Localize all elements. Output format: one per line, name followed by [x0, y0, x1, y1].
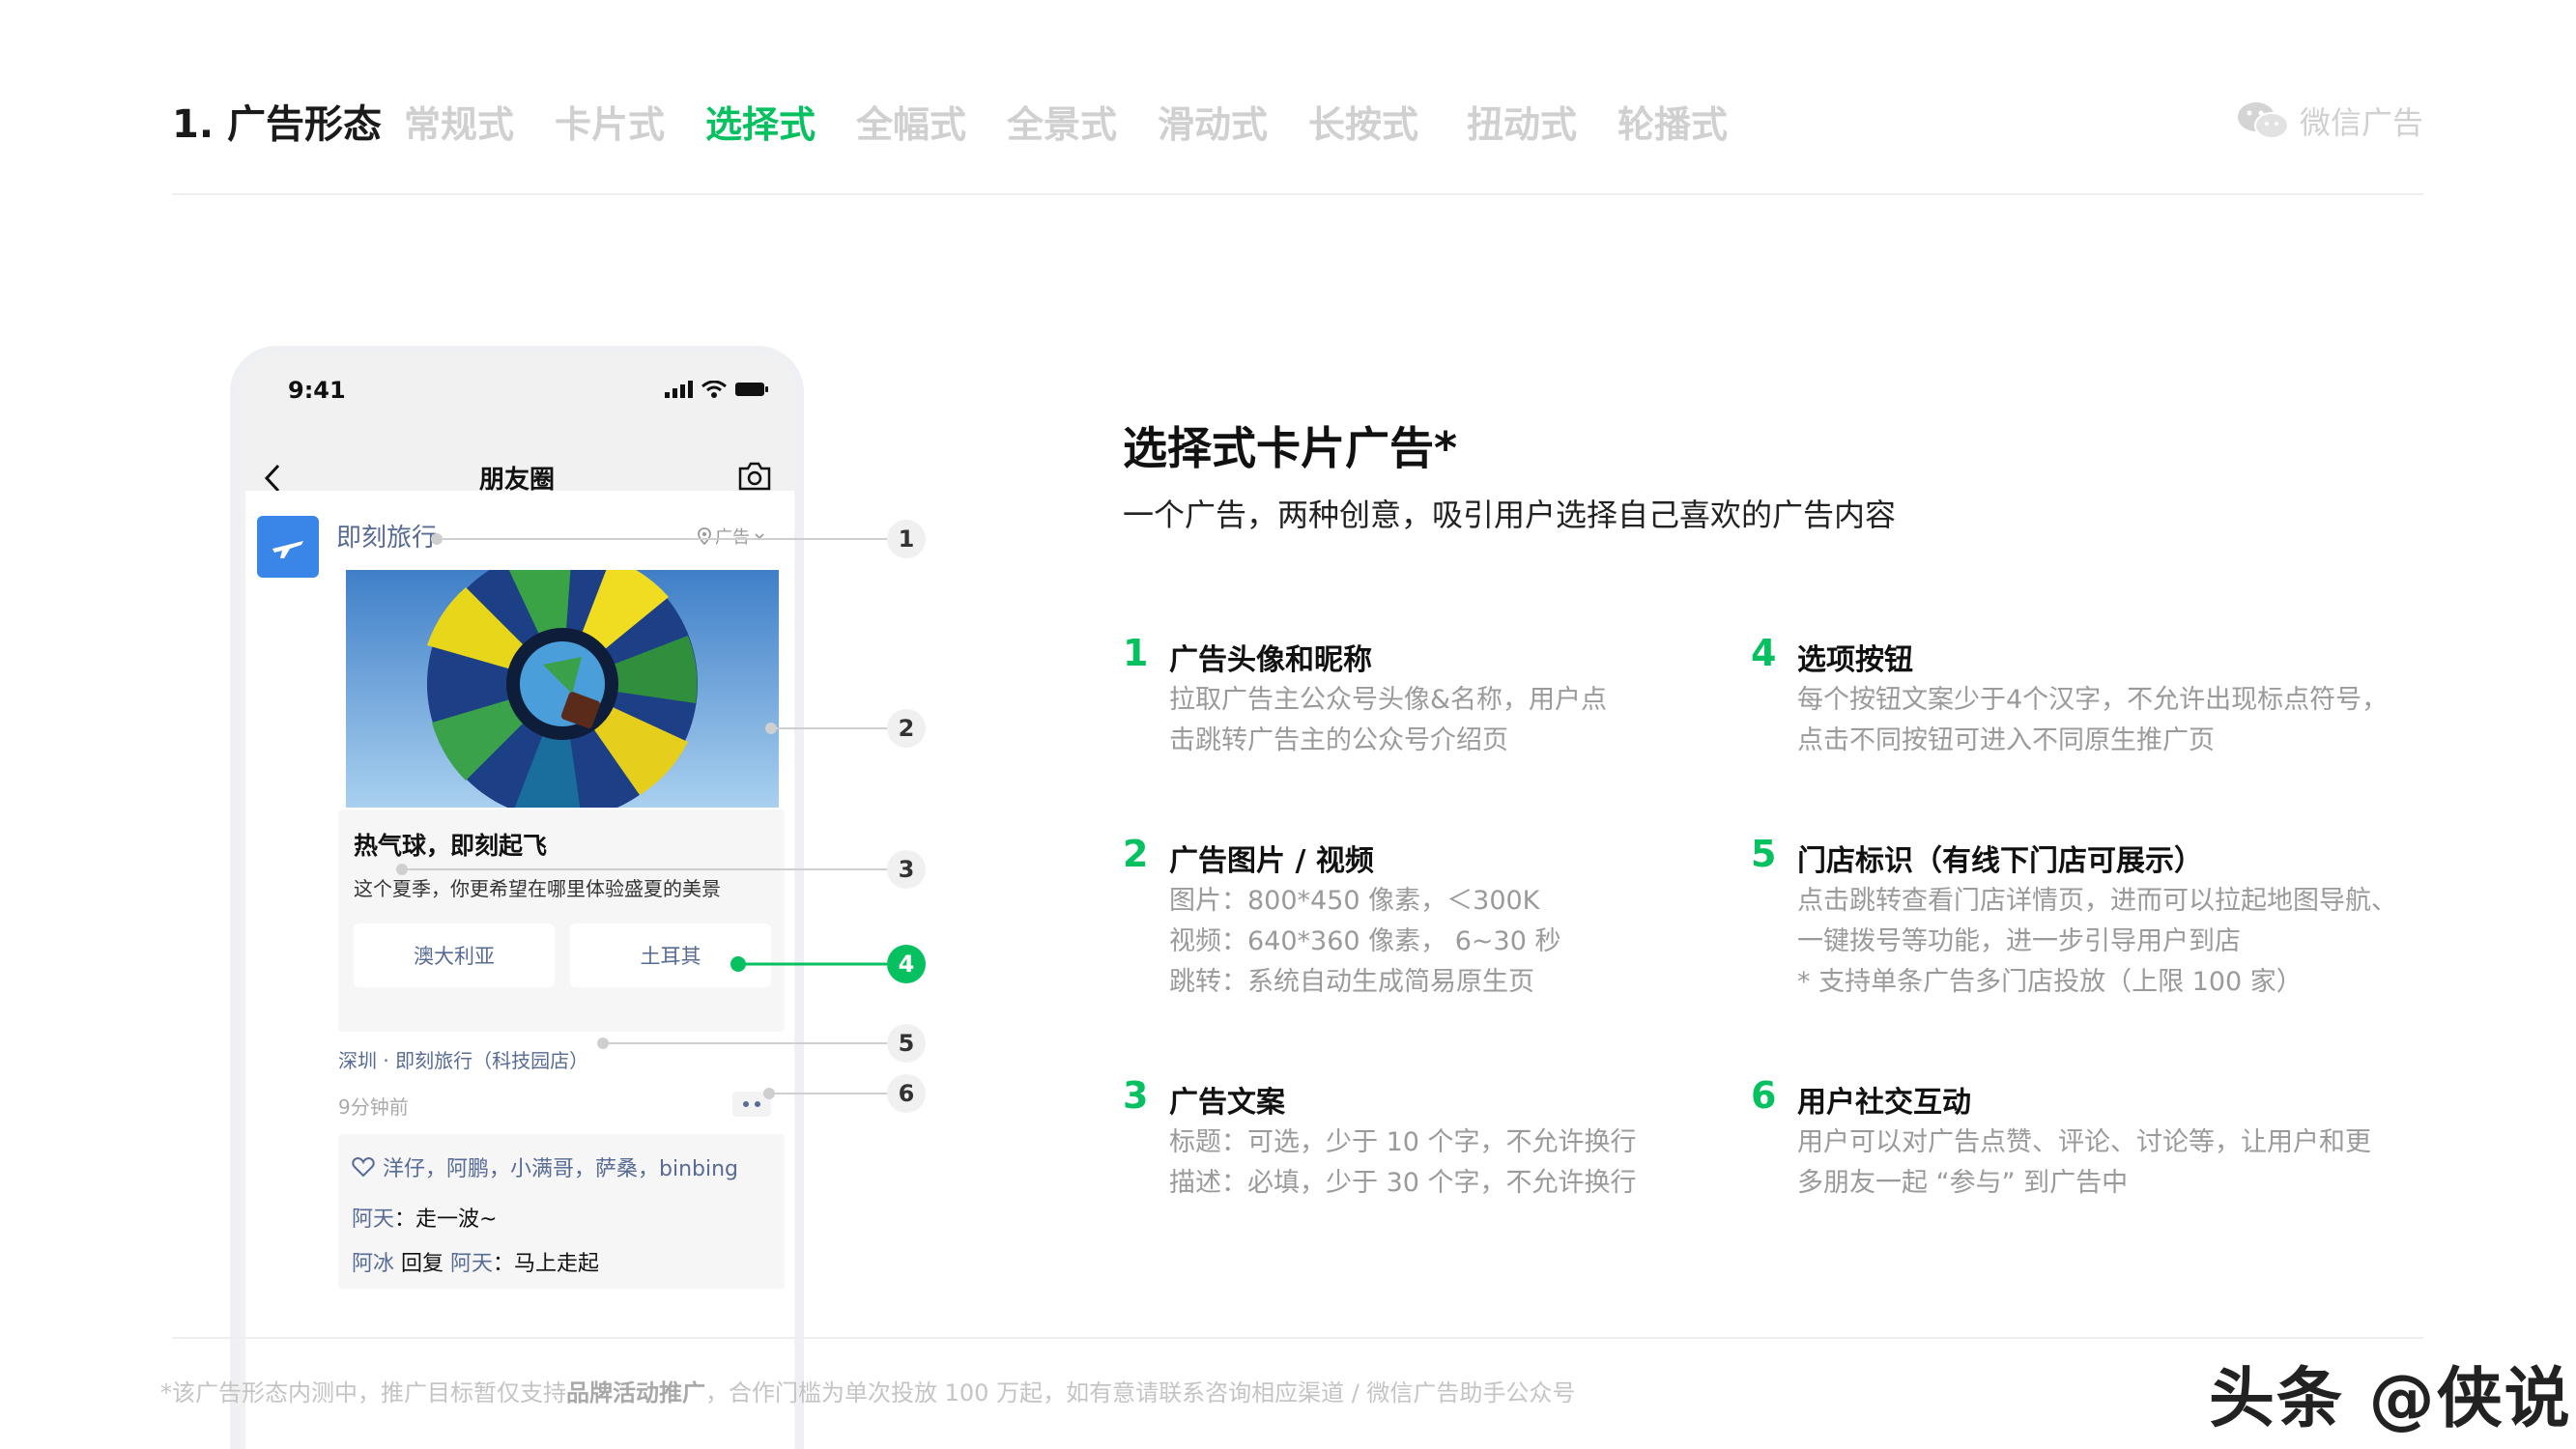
callout-5: 5 [887, 1024, 926, 1063]
ad-description: 这个夏季，你更希望在哪里体验盛夏的美景 [354, 877, 721, 900]
likes-names: 洋仔，阿鹏，小满哥，萨桑，binbing [383, 1157, 739, 1181]
battery-icon [735, 383, 768, 396]
airplane-icon [272, 541, 303, 558]
ad-tag[interactable]: 广告 [698, 524, 765, 549]
feature-title: 广告文案 [1169, 1086, 1285, 1120]
feature-description: 点击跳转查看门店详情页，进而可以拉起地图导航、 一键拨号等功能，进一步引导用户到店… [1797, 886, 2397, 997]
social-interaction-box: 洋仔，阿鹏，小满哥，萨桑，binbing 阿天：走一波~ 阿冰 回复 阿天：马上… [338, 1134, 785, 1289]
feature-number: 2 [1123, 833, 1149, 875]
phone-screen: 9:41 朋友圈 即刻旅行 广告 热气球，即刻起飞 这个夏季，你更希望在哪里体验… [238, 354, 796, 1449]
feature-number: 6 [1751, 1074, 1777, 1117]
tab-slide[interactable]: 滑动式 [1158, 95, 1268, 148]
feature-number: 4 [1751, 632, 1777, 674]
callout-2: 2 [887, 709, 926, 748]
main-subtitle: 一个广告，两种创意，吸引用户选择自己喜欢的广告内容 [1123, 497, 1897, 533]
callout-3: 3 [887, 850, 926, 889]
tab-carousel[interactable]: 轮播式 [1617, 95, 1728, 148]
tab-fullscreen[interactable]: 全幅式 [856, 95, 966, 148]
store-location[interactable]: 深圳 · 即刻旅行（科技园店） [338, 1045, 588, 1073]
feature-description: 拉取广告主公众号头像&名称，用户点 击跳转广告主的公众号介绍页 [1169, 685, 1608, 755]
feature-number: 5 [1751, 833, 1777, 875]
advertiser-nickname[interactable]: 即刻旅行 [336, 518, 437, 554]
tab-long-press[interactable]: 长按式 [1308, 95, 1418, 148]
feature-number: 3 [1123, 1074, 1149, 1117]
feature-description: 标题：可选，少于 10 个字，不允许换行 描述：必填，少于 30 个字，不允许换行 [1169, 1127, 1637, 1198]
feature-description: 图片：800*450 像素，＜300K 视频：640*360 像素， 6~30 秒… [1169, 886, 1561, 997]
wechat-icon [2237, 102, 2289, 139]
main-title: 选择式卡片广告* [1123, 422, 1458, 474]
heart-icon [352, 1156, 375, 1178]
camera-icon[interactable] [736, 460, 773, 493]
callout-6: 6 [887, 1074, 926, 1113]
hot-air-balloon-image [346, 570, 779, 808]
post-time: 9分钟前 [338, 1095, 409, 1119]
option-button-2[interactable]: 土耳其 [570, 923, 771, 987]
feature-title: 选项按钮 [1797, 643, 1913, 677]
tab-regular[interactable]: 常规式 [404, 95, 514, 148]
tab-card[interactable]: 卡片式 [555, 95, 665, 148]
comment-2[interactable]: 阿冰 回复 阿天：马上走起 [352, 1246, 599, 1277]
brand-label: 微信广告 [2299, 104, 2423, 141]
ad-tag-label: 广告 [715, 527, 750, 548]
advertiser-avatar[interactable] [257, 516, 319, 578]
page-header: 1. 广告形态 常规式 卡片式 选择式 全幅式 全景式 滑动式 长按式 扭动式 … [172, 93, 2423, 151]
signal-icon [665, 381, 693, 398]
status-time: 9:41 [288, 377, 346, 404]
status-icons [665, 381, 769, 398]
likes-row: 洋仔，阿鹏，小满哥，萨桑，binbing [352, 1151, 738, 1182]
comment-1[interactable]: 阿天：走一波~ [352, 1202, 497, 1233]
option-button-1[interactable]: 澳大利亚 [354, 923, 555, 987]
ad-image[interactable] [346, 570, 779, 808]
tab-twist[interactable]: 扭动式 [1467, 95, 1577, 148]
feature-number: 1 [1123, 632, 1149, 674]
feature-title: 广告图片 / 视频 [1169, 844, 1374, 878]
status-bar: 9:41 [238, 354, 796, 431]
tab-panorama[interactable]: 全景式 [1007, 95, 1117, 148]
comment-author[interactable]: 阿冰 [352, 1252, 394, 1276]
feature-description: 用户可以对广告点赞、评论、讨论等，让用户和更 多朋友一起 “参与” 到广告中 [1797, 1127, 2371, 1198]
callout-1: 1 [887, 520, 926, 558]
wifi-icon [701, 381, 727, 398]
location-pin-icon [698, 527, 711, 545]
feature-title: 门店标识（有线下门店可展示） [1797, 844, 2203, 878]
tab-selection[interactable]: 选择式 [705, 95, 816, 148]
ad-content-box: 热气球，即刻起飞 这个夏季，你更希望在哪里体验盛夏的美景 澳大利亚 土耳其 [338, 810, 785, 1032]
feature-title: 广告头像和昵称 [1169, 643, 1372, 677]
header-divider [172, 193, 2423, 195]
more-actions-button[interactable] [732, 1092, 771, 1117]
comment-text: 走一波~ [415, 1208, 498, 1232]
brand-logo: 微信广告 [2236, 99, 2423, 143]
section-title: 1. 广告形态 [172, 102, 382, 147]
footnote: *该广告形态内测中，推广目标暂仅支持品牌活动推广，合作门槛为单次投放 100 万… [160, 1379, 1576, 1406]
comment-reply-to[interactable]: 阿天 [450, 1252, 493, 1276]
comment-author[interactable]: 阿天 [352, 1208, 394, 1232]
feature-description: 每个按钮文案少于4个汉字，不允许出现标点符号， 点击不同按钮可进入不同原生推广页 [1797, 685, 2389, 755]
ad-headline: 热气球，即刻起飞 [354, 832, 548, 860]
comment-text: 马上走起 [514, 1252, 600, 1276]
watermark: 头条 @侠说 [2209, 1361, 2572, 1437]
callout-4: 4 [887, 945, 926, 983]
chevron-down-icon [755, 533, 764, 540]
feature-title: 用户社交互动 [1797, 1086, 1971, 1120]
footer-divider [172, 1337, 2423, 1339]
phone-mockup: 9:41 朋友圈 即刻旅行 广告 热气球，即刻起飞 这个夏季，你更希望在哪里体验… [230, 346, 804, 1449]
